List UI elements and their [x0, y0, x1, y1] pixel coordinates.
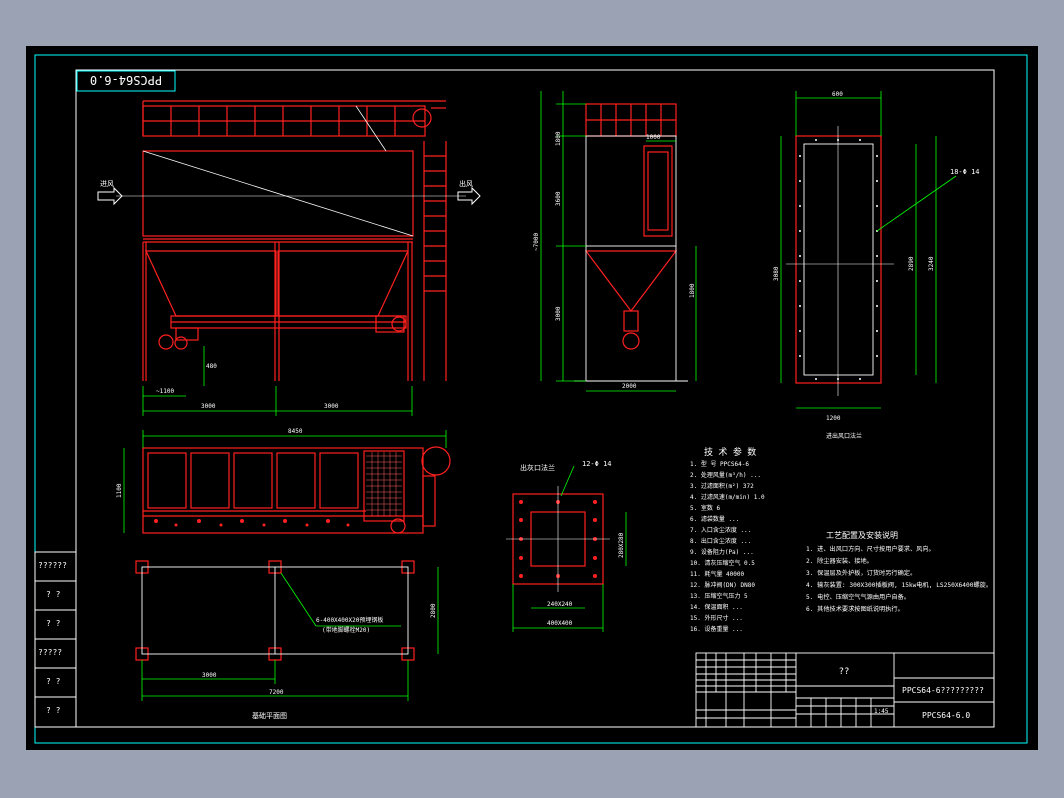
- title-scale: 1:45: [874, 708, 889, 715]
- side-dim-bottom: 2000: [622, 383, 637, 390]
- outlet-dim-outer: 400X400: [547, 620, 573, 627]
- flange-hole-label: 18-Φ 14: [950, 168, 980, 176]
- strip-cell-4: ?????: [38, 648, 62, 657]
- flange-caption: 进出风口法兰: [826, 432, 862, 440]
- tech-row: 16. 设备重量 ...: [690, 625, 743, 633]
- title-block: ?? PPCS64-6????????? PPCS64-6.0 1:45: [695, 652, 995, 728]
- outlet-label: 出风: [459, 179, 473, 188]
- tech-row: 15. 外形尺寸 ...: [690, 614, 743, 622]
- drawing-sheet: PPCS64-6.0 ?????? ? ? ? ? ????? ? ? ? ?: [26, 46, 1038, 750]
- side-dim-top-right: 1000: [646, 134, 661, 141]
- tech-row: 2. 处理风量(m³/h) ...: [690, 471, 761, 479]
- foundation-note-2: (带地脚螺栓M20): [322, 626, 370, 634]
- tech-params: 技 术 参 数 1. 型 号 PPCS64-6 2. 处理风量(m³/h) ..…: [690, 446, 765, 633]
- tech-row: 10. 清灰压缩空气 0.5: [690, 559, 755, 567]
- process-note: 6. 其他技术要求按图纸说明执行。: [806, 605, 904, 613]
- foundation-note-1: 6-400X400X20预埋钢板: [316, 616, 383, 624]
- outlet-dim-inner: 240X240: [547, 601, 573, 608]
- side-dim-2: 3600: [555, 191, 562, 206]
- plan-dim-top: 8450: [288, 428, 303, 435]
- process-notes: 工艺配置及安装说明 1. 进、出风口方向、尺寸按用户要求、风向。 2. 除尘器安…: [806, 530, 992, 613]
- strip-cell-6: ? ?: [46, 706, 61, 715]
- outlet-dim-side: 280X280: [618, 532, 625, 558]
- tech-row: 12. 脉冲阀(DN) DN80: [690, 581, 755, 589]
- strip-cell-1: ??????: [38, 561, 67, 570]
- process-note: 4. 输灰装置: 300X300插板阀, 15kw电机, LS250X6400螺…: [806, 581, 992, 589]
- tech-row: 3. 过滤面积(m²) 372: [690, 482, 754, 490]
- outlet-flange-title: 出灰口法兰: [520, 463, 555, 472]
- tech-row: 13. 压缩空气压力 5: [690, 592, 748, 600]
- outlet-flange-hole-label: 12-Φ 14: [582, 460, 612, 468]
- title-box: ??: [839, 667, 850, 677]
- flange-dim-right-2: 3240: [928, 256, 935, 271]
- front-dim-left: ~1100: [156, 388, 174, 395]
- tech-row: 6. 滤袋数量 ...: [690, 515, 739, 523]
- title-name: PPCS64-6?????????: [902, 686, 984, 695]
- flange-view: 600 3080 2890 3240 1200 18-Φ 14 进出风口法兰: [773, 91, 980, 440]
- flange-dim-right-1: 2890: [908, 256, 915, 271]
- front-dim-2: 3000: [324, 403, 339, 410]
- process-note: 1. 进、出风口方向、尺寸按用户要求、风向。: [806, 545, 935, 553]
- foundation-caption: 基础平面图: [252, 711, 287, 720]
- code-stamp: PPCS64-6.0: [90, 73, 162, 87]
- process-notes-title: 工艺配置及安装说明: [826, 530, 898, 540]
- side-dim-1: 1800: [555, 131, 562, 146]
- flange-dim-top: 600: [832, 91, 843, 98]
- tech-row: 8. 出口含尘浓度 ...: [690, 537, 751, 545]
- side-dim-right: 1800: [689, 283, 696, 298]
- left-strip: ?????? ? ? ? ? ????? ? ? ? ?: [34, 551, 77, 728]
- strip-cell-2: ? ?: [46, 590, 61, 599]
- process-note: 5. 电控、压缩空气气源由用户自备。: [806, 593, 910, 601]
- front-view: 进风 出风 3000 3000 ~1100 480: [97, 100, 481, 416]
- tech-row: 7. 入口含尘浓度 ...: [690, 526, 751, 534]
- tech-row: 14. 保温面积 ...: [690, 603, 743, 611]
- tech-row: 11. 耗气量 40000: [690, 570, 745, 578]
- plan-dim-left: 1100: [116, 483, 123, 498]
- tech-params-title: 技 术 参 数: [704, 446, 756, 458]
- title-code: PPCS64-6.0: [922, 711, 970, 720]
- tech-row: 1. 型 号 PPCS64-6: [690, 460, 749, 468]
- flange-dim-height: 3080: [773, 266, 780, 281]
- plan-view: 8450 1100: [116, 428, 451, 534]
- foundation-dim-right: 2800: [430, 603, 437, 618]
- inlet-label: 进风: [100, 180, 114, 188]
- strip-cell-5: ? ?: [46, 677, 61, 686]
- process-note: 2. 除尘器安装、接地。: [806, 557, 873, 565]
- side-dim-total: ~7000: [533, 233, 540, 251]
- tech-row: 5. 室数 6: [690, 504, 720, 512]
- outlet-flange-view: 出灰口法兰 12-Φ 14 240X240 400X400 280X280: [506, 460, 627, 632]
- tech-row: 4. 过滤风速(m/min) 1.0: [690, 493, 765, 501]
- foundation-dim-b: 7200: [269, 689, 284, 696]
- inner-frame: [75, 69, 995, 728]
- tech-row: 9. 设备阻力(Pa) ...: [690, 548, 754, 556]
- front-dim-vertical: 480: [206, 363, 217, 370]
- flange-dim-bottom: 1200: [826, 415, 841, 422]
- process-note: 3. 保温层及外护板，订货时另行确定。: [806, 569, 916, 577]
- foundation-dim-a: 3000: [202, 672, 217, 679]
- strip-cell-3: ? ?: [46, 619, 61, 628]
- cad-drawing: PPCS64-6.0 ?????? ? ? ? ? ????? ? ? ? ?: [34, 54, 1028, 744]
- front-dim-1: 3000: [201, 403, 216, 410]
- side-view: 1800 3600 3000 ~7000 1000 1800 2000: [533, 91, 697, 392]
- outer-frame: [34, 54, 1028, 744]
- side-dim-3: 3000: [555, 306, 562, 321]
- foundation-view: 6-400X400X20预埋钢板 (带地脚螺栓M20) 3000 7200 28…: [135, 560, 439, 720]
